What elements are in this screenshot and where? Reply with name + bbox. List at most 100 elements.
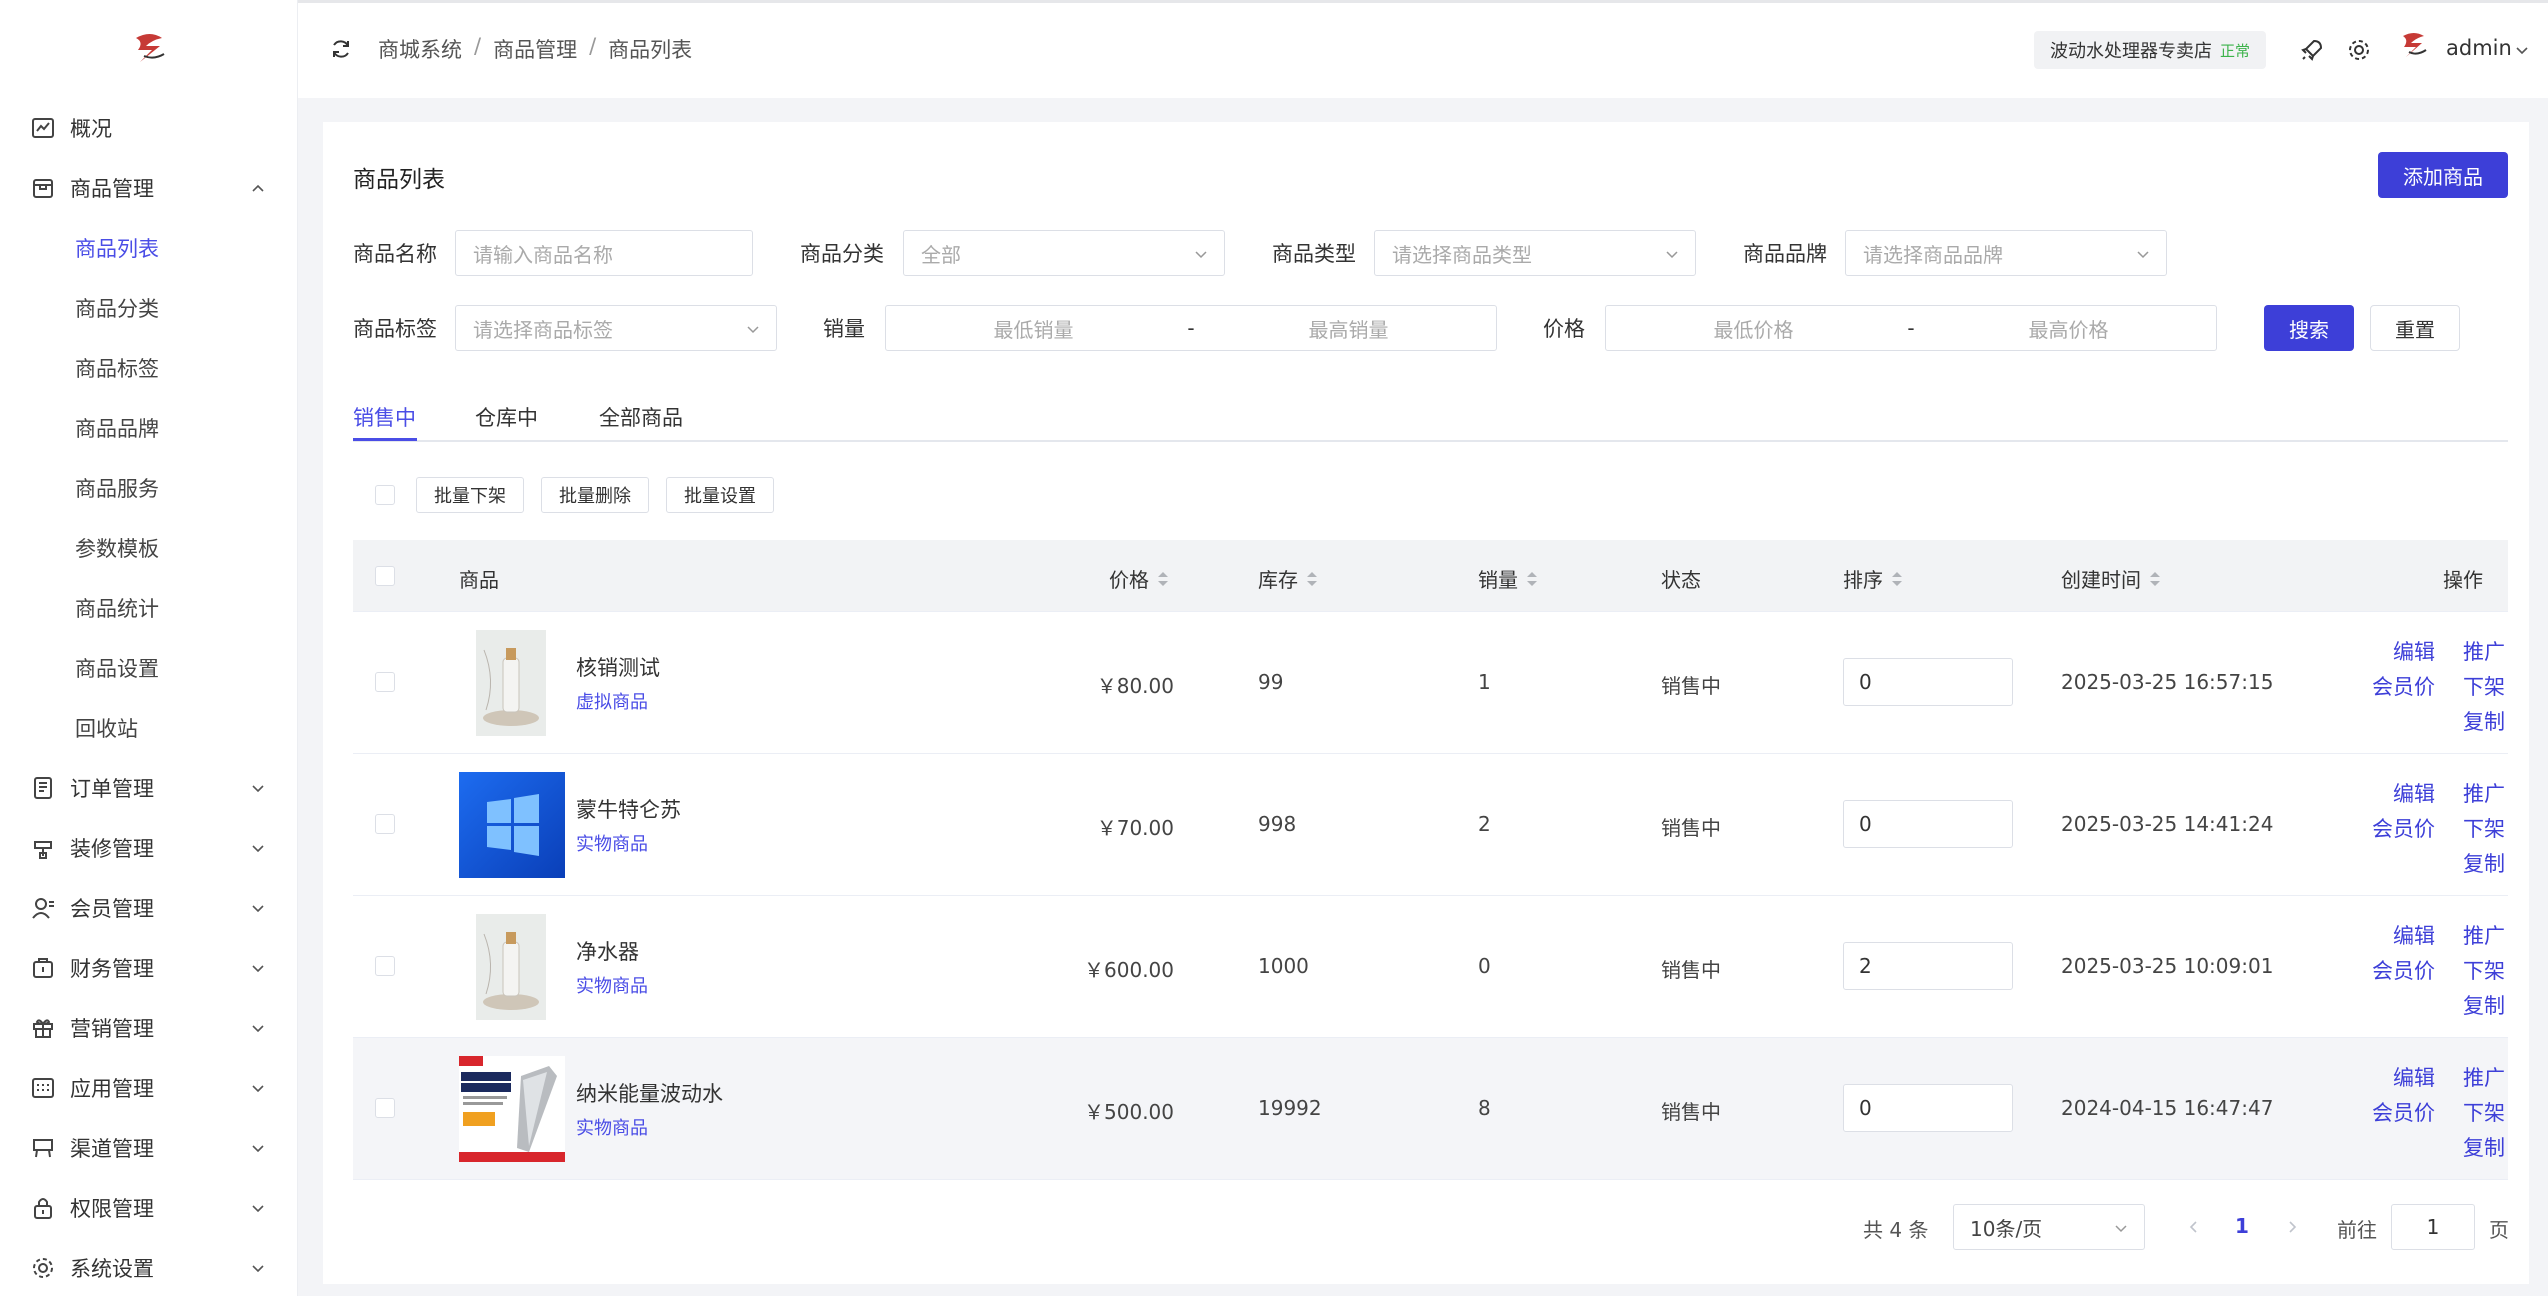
sidebar-item-finance[interactable]: 财务管理 [0, 938, 298, 998]
sidebar-sub-goods-list[interactable]: 商品列表 [0, 218, 298, 278]
batch-off-shelf-button[interactable]: 批量下架 [416, 477, 524, 513]
sidebar-sub-goods-tag[interactable]: 商品标签 [0, 338, 298, 398]
member-price-link[interactable]: 会员价 [2372, 955, 2435, 985]
edit-link[interactable]: 编辑 [2393, 778, 2435, 808]
copy-link[interactable]: 复制 [2463, 706, 2505, 736]
price-max-input[interactable]: 最高价格 [1921, 314, 2216, 343]
sidebar-item-overview[interactable]: 概况 [0, 98, 298, 158]
promote-link[interactable]: 推广 [2463, 778, 2505, 808]
batch-select-checkbox[interactable] [375, 485, 395, 505]
col-price[interactable]: 价格 [1109, 564, 1169, 593]
sort-order-input[interactable]: 0 [1843, 800, 2013, 848]
sort-order-input[interactable]: 0 [1843, 1084, 2013, 1132]
col-sort[interactable]: 排序 [1843, 564, 1903, 593]
cell-created: 2025-03-25 16:57:15 [2061, 670, 2274, 694]
row-checkbox[interactable] [375, 956, 395, 976]
row-checkbox[interactable] [375, 814, 395, 834]
promote-link[interactable]: 推广 [2463, 636, 2505, 666]
cell-price: ￥500.00 [1084, 1100, 1174, 1124]
reset-button[interactable]: 重置 [2370, 305, 2460, 351]
sidebar-sub-goods-brand[interactable]: 商品品牌 [0, 398, 298, 458]
username[interactable]: admin [2446, 36, 2512, 60]
copy-link[interactable]: 复制 [2463, 848, 2505, 878]
edit-link[interactable]: 编辑 [2393, 920, 2435, 950]
tab-in-warehouse[interactable]: 仓库中 [475, 402, 538, 432]
sidebar-sub-goods-stats[interactable]: 商品统计 [0, 578, 298, 638]
product-name[interactable]: 蒙牛特仑苏 [576, 794, 681, 824]
sort-order-input[interactable]: 0 [1843, 658, 2013, 706]
avatar[interactable] [2398, 30, 2430, 62]
goto-page-input[interactable]: 1 [2391, 1204, 2475, 1250]
sales-min-input[interactable]: 最低销量 [886, 314, 1181, 343]
sidebar-sub-recycle-bin[interactable]: 回收站 [0, 698, 298, 758]
sidebar-sub-goods-settings[interactable]: 商品设置 [0, 638, 298, 698]
promote-link[interactable]: 推广 [2463, 920, 2505, 950]
member-price-link[interactable]: 会员价 [2372, 1097, 2435, 1127]
product-name[interactable]: 核销测试 [576, 652, 660, 682]
chevron-down-icon [252, 1025, 264, 1033]
rocket-icon[interactable] [2300, 38, 2324, 62]
batch-delete-button[interactable]: 批量删除 [541, 477, 649, 513]
member-price-link[interactable]: 会员价 [2372, 813, 2435, 843]
shop-badge[interactable]: 波动水处理器专卖店 正常 [2034, 31, 2267, 69]
sidebar-item-apps[interactable]: 应用管理 [0, 1058, 298, 1118]
product-name-input[interactable]: 请输入商品名称 [455, 230, 753, 276]
col-stock[interactable]: 库存 [1258, 564, 1318, 593]
chevron-down-icon[interactable] [2514, 42, 2530, 58]
sales-range-input[interactable]: 最低销量 - 最高销量 [885, 305, 1497, 351]
sidebar-item-permissions[interactable]: 权限管理 [0, 1178, 298, 1238]
add-product-button[interactable]: 添加商品 [2378, 152, 2508, 198]
select-all-checkbox[interactable] [375, 566, 395, 586]
chevron-down-icon [252, 905, 264, 913]
product-image [459, 1056, 565, 1162]
chevron-down-icon [1195, 251, 1207, 259]
sales-max-input[interactable]: 最高销量 [1201, 314, 1496, 343]
sidebar-sub-goods-category[interactable]: 商品分类 [0, 278, 298, 338]
copy-link[interactable]: 复制 [2463, 1132, 2505, 1162]
type-select[interactable]: 请选择商品类型 [1374, 230, 1696, 276]
sidebar-item-system-settings[interactable]: 系统设置 [0, 1238, 298, 1296]
gear-icon[interactable] [2347, 38, 2371, 62]
col-created[interactable]: 创建时间 [2061, 564, 2161, 593]
category-select[interactable]: 全部 [903, 230, 1225, 276]
brand-select[interactable]: 请选择商品品牌 [1845, 230, 2167, 276]
edit-link[interactable]: 编辑 [2393, 636, 2435, 666]
edit-link[interactable]: 编辑 [2393, 1062, 2435, 1092]
search-button[interactable]: 搜索 [2264, 305, 2354, 351]
col-sales[interactable]: 销量 [1478, 564, 1538, 593]
row-checkbox[interactable] [375, 672, 395, 692]
sort-icon [1527, 571, 1537, 586]
tab-on-sale[interactable]: 销售中 [353, 402, 416, 432]
breadcrumb-item[interactable]: 商城系统 [378, 34, 462, 64]
prev-page-icon[interactable] [2185, 1219, 2201, 1235]
off-shelf-link[interactable]: 下架 [2463, 955, 2505, 985]
product-name[interactable]: 净水器 [576, 936, 639, 966]
refresh-icon[interactable] [330, 38, 352, 60]
page-number-current[interactable]: 1 [2235, 1214, 2249, 1238]
tag-select[interactable]: 请选择商品标签 [455, 305, 777, 351]
batch-settings-button[interactable]: 批量设置 [666, 477, 774, 513]
sidebar-item-orders[interactable]: 订单管理 [0, 758, 298, 818]
member-price-link[interactable]: 会员价 [2372, 671, 2435, 701]
price-min-input[interactable]: 最低价格 [1606, 314, 1901, 343]
product-name[interactable]: 纳米能量波动水 [576, 1078, 723, 1108]
price-range-input[interactable]: 最低价格 - 最高价格 [1605, 305, 2217, 351]
copy-link[interactable]: 复制 [2463, 990, 2505, 1020]
sidebar-item-decoration[interactable]: 装修管理 [0, 818, 298, 878]
sidebar-item-goods[interactable]: 商品管理 [0, 158, 298, 218]
page-size-select[interactable]: 10条/页 [1953, 1204, 2145, 1250]
next-page-icon[interactable] [2285, 1219, 2301, 1235]
tab-all-products[interactable]: 全部商品 [599, 402, 683, 432]
row-checkbox[interactable] [375, 1098, 395, 1118]
sidebar-item-members[interactable]: 会员管理 [0, 878, 298, 938]
off-shelf-link[interactable]: 下架 [2463, 671, 2505, 701]
sidebar-sub-goods-service[interactable]: 商品服务 [0, 458, 298, 518]
sort-order-input[interactable]: 2 [1843, 942, 2013, 990]
sidebar-sub-param-template[interactable]: 参数模板 [0, 518, 298, 578]
sidebar-item-marketing[interactable]: 营销管理 [0, 998, 298, 1058]
off-shelf-link[interactable]: 下架 [2463, 1097, 2505, 1127]
sidebar-item-channels[interactable]: 渠道管理 [0, 1118, 298, 1178]
off-shelf-link[interactable]: 下架 [2463, 813, 2505, 843]
promote-link[interactable]: 推广 [2463, 1062, 2505, 1092]
breadcrumb-item[interactable]: 商品管理 [493, 34, 577, 64]
